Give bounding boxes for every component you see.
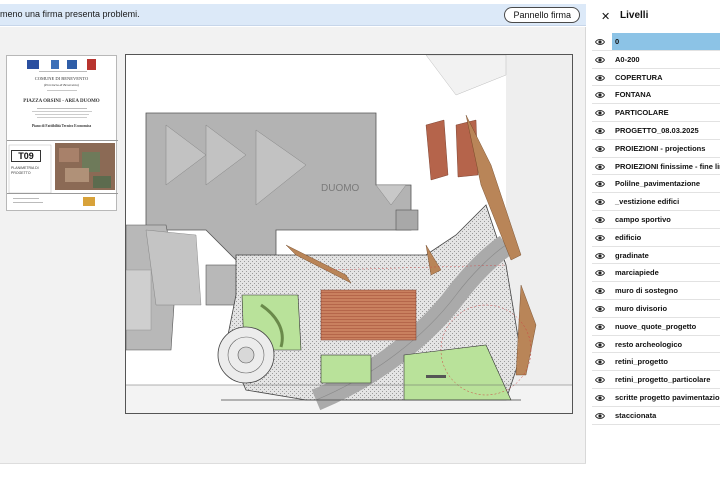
eye-icon[interactable] bbox=[595, 394, 605, 402]
layer-row[interactable]: PROIEZIONI finissime - fine lines bbox=[592, 158, 720, 176]
title-block-province: (Provincia di Benevento) bbox=[43, 83, 80, 87]
layers-panel: ✕ Livelli 0 A0-200 COPERTURA FONTANA PARTICO… bbox=[587, 0, 720, 480]
brick-area bbox=[320, 289, 417, 341]
layer-row[interactable]: FONTANA bbox=[592, 86, 720, 105]
eu-flag-logo bbox=[27, 60, 39, 69]
eye-icon[interactable] bbox=[595, 252, 605, 260]
eye-icon[interactable] bbox=[595, 163, 605, 171]
title-block-project: PIAZZA ORSINI - AREA DUOMO bbox=[23, 99, 100, 104]
layer-label: FONTANA bbox=[615, 90, 652, 100]
signature-notice-text: meno una firma presenta problemi. bbox=[0, 9, 140, 19]
layer-label: PROIEZIONI - projections bbox=[615, 143, 706, 153]
drawing-title-block: COMUNE DI BENEVENTO (Provincia di Beneve… bbox=[6, 55, 118, 211]
eye-icon[interactable] bbox=[595, 145, 605, 153]
layer-row[interactable]: edificio bbox=[592, 229, 720, 247]
studio-logo bbox=[83, 197, 95, 206]
site-plan-drawing: DUOMO bbox=[125, 54, 573, 414]
eye-icon[interactable] bbox=[595, 323, 605, 331]
layer-row[interactable]: resto archeologico bbox=[592, 336, 720, 354]
layer-label: retini_progetto bbox=[615, 357, 668, 367]
layer-label: staccionata bbox=[615, 410, 657, 420]
signature-notice-bar: meno una firma presenta problemi. Pannel… bbox=[0, 4, 586, 26]
layer-label: PROGETTO_08.03.2025 bbox=[615, 125, 699, 135]
emblem-logo bbox=[51, 60, 59, 69]
pdf-viewer-window: meno una firma presenta problemi. Pannel… bbox=[0, 0, 720, 480]
eye-icon[interactable] bbox=[595, 376, 605, 384]
layer-label: edificio bbox=[615, 232, 642, 242]
layer-label: PROIEZIONI finissime - fine lines bbox=[615, 161, 720, 171]
layer-label: scritte progetto pavimentazioni bbox=[615, 392, 720, 402]
layer-row[interactable]: retini_progetto bbox=[592, 353, 720, 372]
layer-row[interactable]: staccionata bbox=[592, 407, 720, 425]
viewer-bottom-strip bbox=[0, 463, 586, 480]
layer-row[interactable]: 0 bbox=[592, 33, 720, 51]
layer-label: nuove_quote_progetto bbox=[615, 321, 697, 331]
layer-label: Polilne_pavimentazione bbox=[615, 179, 701, 189]
layer-label: _vestizione edifici bbox=[615, 197, 680, 207]
eye-icon[interactable] bbox=[595, 269, 605, 277]
layer-row[interactable]: A0-200 bbox=[592, 51, 720, 69]
duomo-label: DUOMO bbox=[321, 183, 360, 194]
layer-row[interactable]: gradinate bbox=[592, 247, 720, 265]
eye-icon[interactable] bbox=[595, 305, 605, 313]
eye-icon[interactable] bbox=[595, 234, 605, 242]
layer-label: PARTICOLARE bbox=[615, 108, 669, 118]
site-plan-graphics: DUOMO bbox=[126, 55, 572, 413]
sheet-title: PLANIMETRIA DI PROGETTO bbox=[11, 166, 39, 175]
layers-header: ✕ Livelli bbox=[587, 0, 720, 32]
layer-row[interactable]: Polilne_pavimentazione bbox=[592, 175, 720, 194]
layer-label: muro di sostegno bbox=[615, 286, 678, 296]
layer-row[interactable]: muro di sostegno bbox=[592, 282, 720, 300]
eye-icon[interactable] bbox=[595, 287, 605, 295]
layer-label: retini_progetto_particolare bbox=[615, 375, 711, 385]
region-logo bbox=[67, 60, 77, 69]
layer-list: 0 A0-200 COPERTURA FONTANA PARTICOLARE PROGET… bbox=[592, 33, 720, 425]
layer-label: muro divisorio bbox=[615, 303, 668, 313]
eye-icon[interactable] bbox=[595, 180, 605, 188]
layer-label: 0 bbox=[615, 37, 620, 46]
signature-panel-button[interactable]: Pannello firma bbox=[504, 7, 580, 23]
title-block-plan-label: Piano di Fattibilità Tecnico Economica bbox=[31, 124, 92, 128]
layer-label: resto archeologico bbox=[615, 339, 683, 349]
eye-icon[interactable] bbox=[595, 91, 605, 99]
layer-label: A0-200 bbox=[615, 54, 640, 64]
close-icon[interactable]: ✕ bbox=[601, 10, 610, 23]
eye-icon[interactable] bbox=[595, 109, 605, 117]
layer-label: marciapiede bbox=[615, 268, 659, 278]
layers-title: Livelli bbox=[620, 10, 649, 21]
layer-row[interactable]: muro divisorio bbox=[592, 300, 720, 318]
green-area-center bbox=[320, 354, 372, 384]
layer-row[interactable]: COPERTURA bbox=[592, 69, 720, 87]
layer-row[interactable]: campo sportivo bbox=[592, 211, 720, 229]
layer-row[interactable]: PROGETTO_08.03.2025 bbox=[592, 122, 720, 140]
eye-icon[interactable] bbox=[595, 216, 605, 224]
eye-icon[interactable] bbox=[595, 198, 605, 206]
eye-icon[interactable] bbox=[595, 127, 605, 135]
layer-label: COPERTURA bbox=[615, 72, 663, 82]
eye-icon[interactable] bbox=[595, 38, 605, 46]
layer-row[interactable]: _vestizione edifici bbox=[592, 193, 720, 211]
eye-icon[interactable] bbox=[595, 412, 605, 420]
sheet-code-box: T09 bbox=[11, 150, 41, 162]
layer-row[interactable]: nuove_quote_progetto bbox=[592, 318, 720, 336]
layer-label: gradinate bbox=[615, 250, 649, 260]
layer-row[interactable]: retini_progetto_particolare bbox=[592, 371, 720, 389]
layer-row[interactable]: marciapiede bbox=[592, 264, 720, 283]
layer-selection-highlight bbox=[612, 33, 720, 50]
eye-icon[interactable] bbox=[595, 74, 605, 82]
city-crest-logo bbox=[87, 59, 96, 70]
layer-label: campo sportivo bbox=[615, 214, 671, 224]
title-block-municipality: COMUNE DI BENEVENTO bbox=[34, 76, 89, 81]
layer-row[interactable]: PARTICOLARE bbox=[592, 104, 720, 122]
layer-row[interactable]: PROIEZIONI - projections bbox=[592, 140, 720, 158]
eye-icon[interactable] bbox=[595, 341, 605, 349]
layer-row[interactable]: scritte progetto pavimentazioni bbox=[592, 389, 720, 407]
eye-icon[interactable] bbox=[595, 56, 605, 64]
eye-icon[interactable] bbox=[595, 358, 605, 366]
